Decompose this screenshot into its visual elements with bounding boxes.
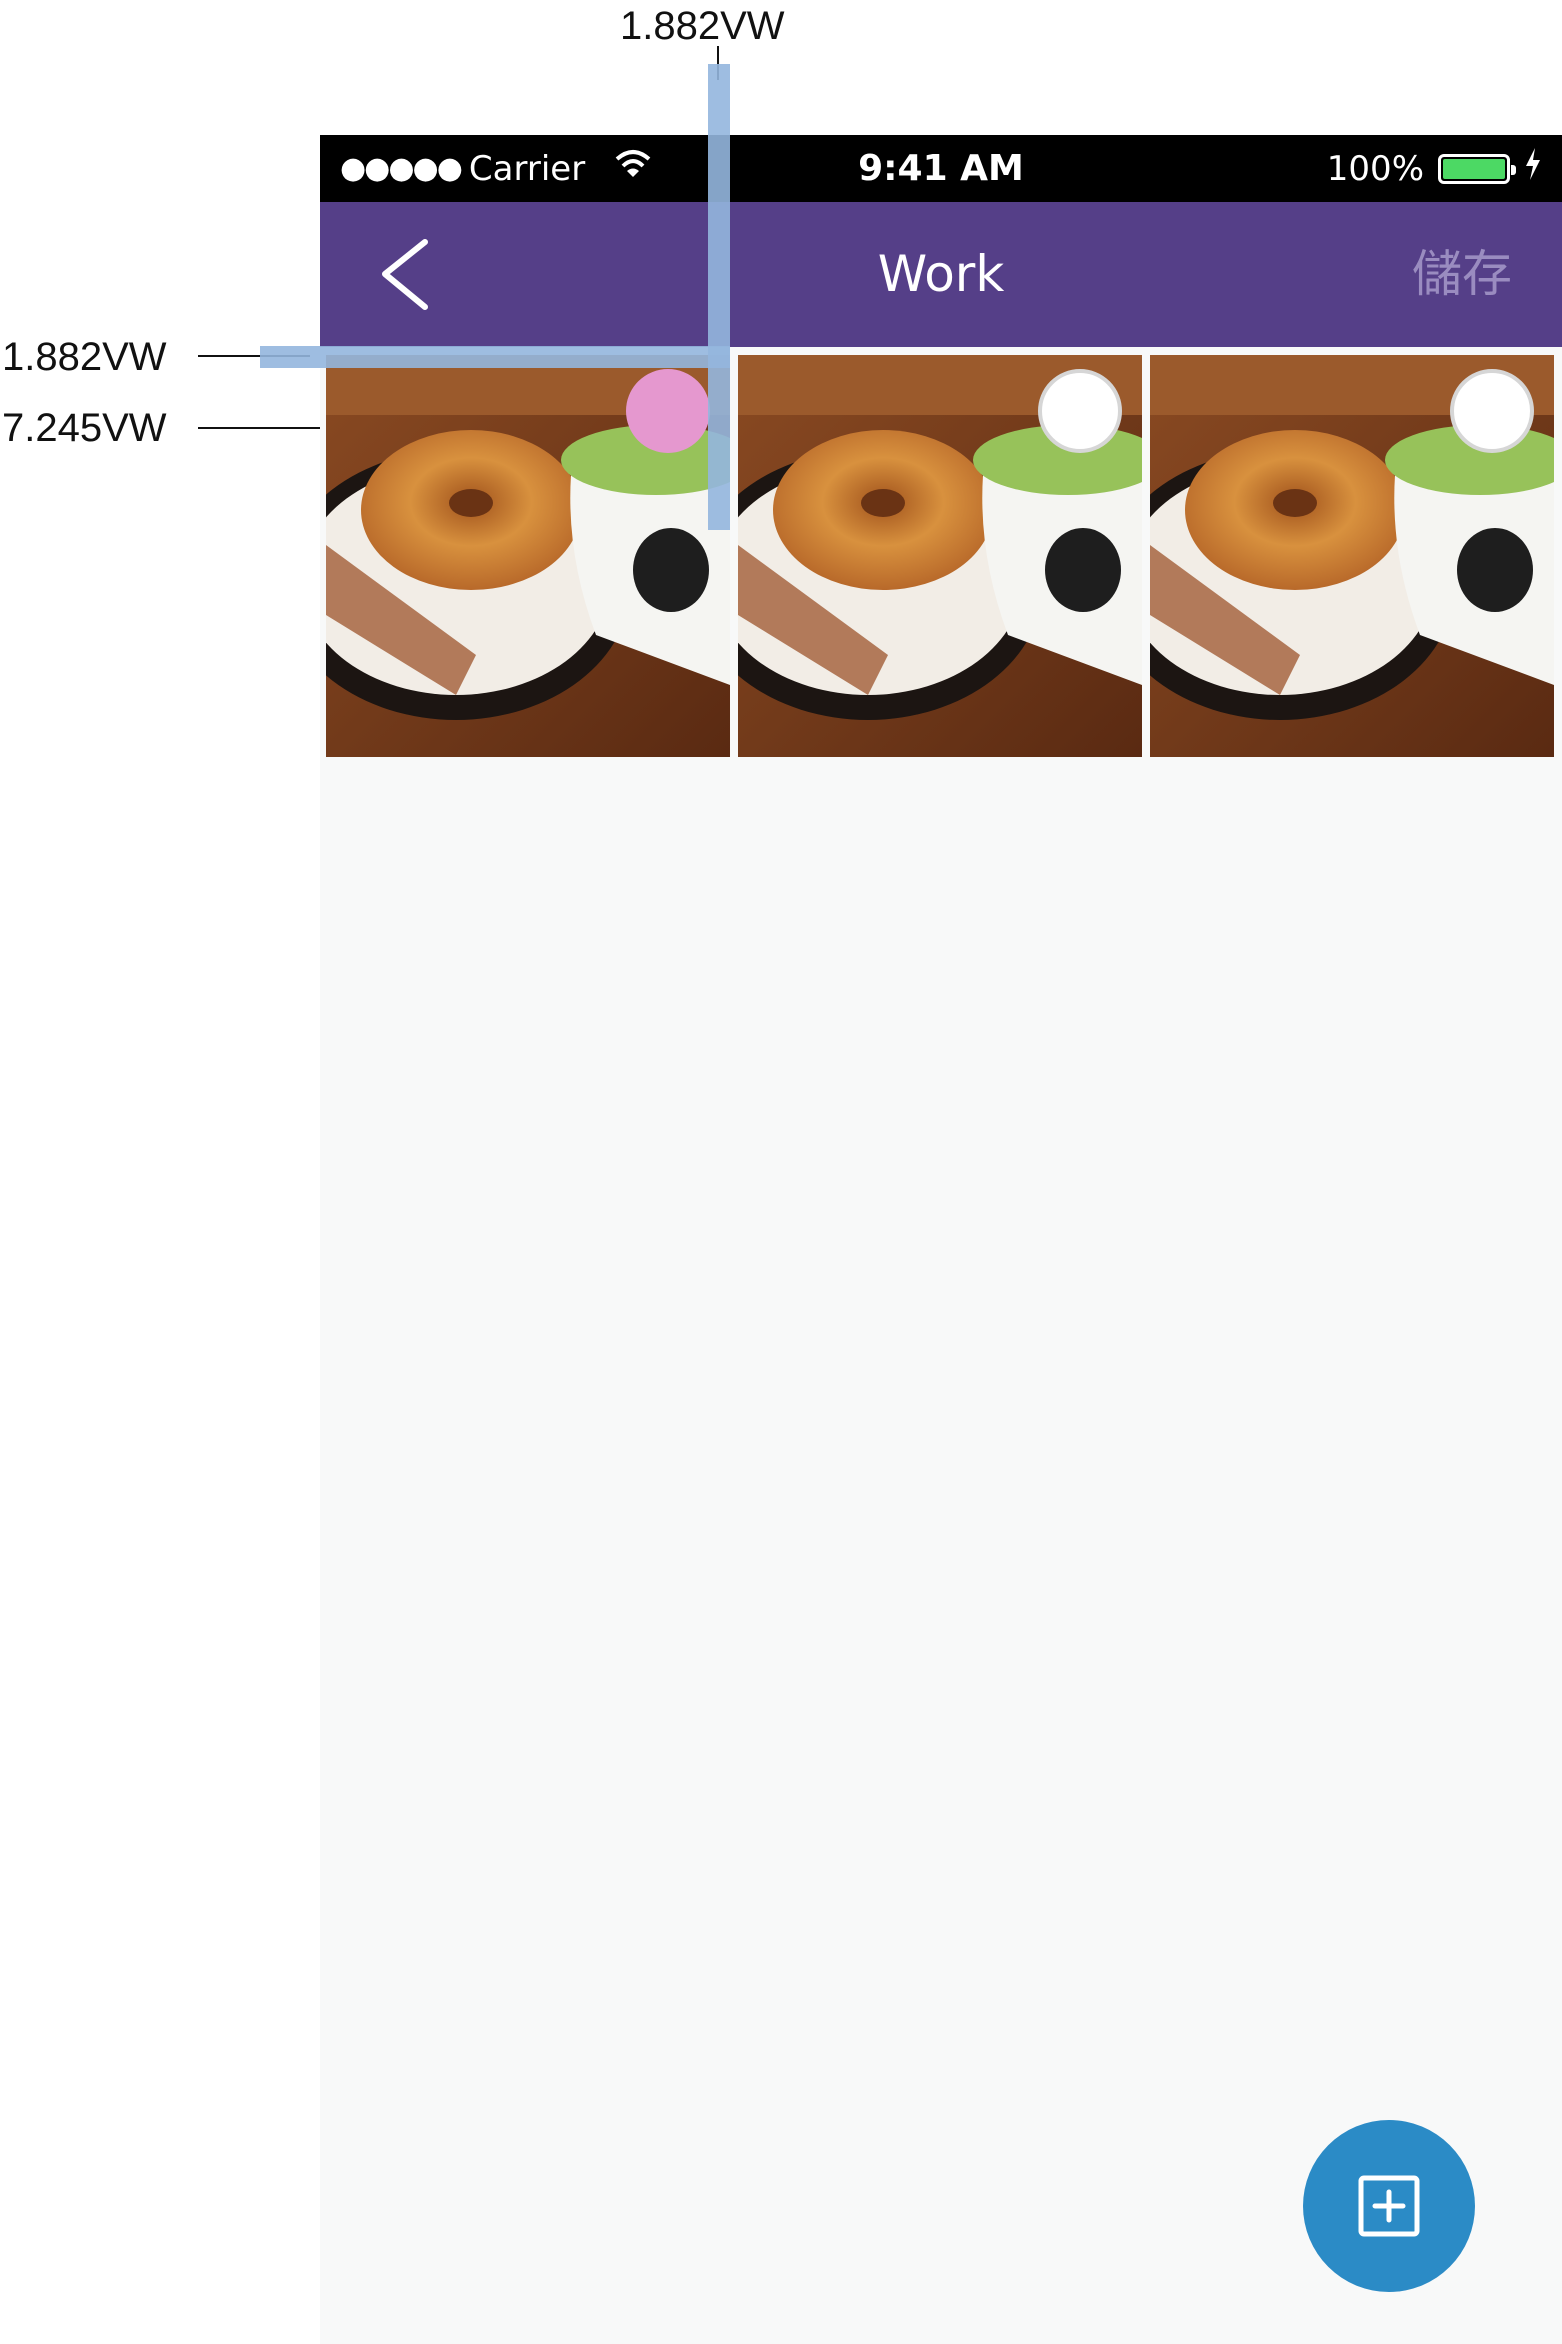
status-right: 100% xyxy=(1327,135,1542,202)
battery-nub xyxy=(1511,164,1516,175)
top-gutter-annotation: 1.882VW xyxy=(620,4,785,48)
photo-tile-2[interactable] xyxy=(738,355,1142,757)
left-gutter-annotation: 1.882VW xyxy=(2,335,167,379)
navigation-bar: Work 儲存 xyxy=(320,202,1562,347)
horizontal-gutter-guide xyxy=(260,346,730,368)
page-title: Work xyxy=(877,245,1005,303)
vertical-gutter-guide xyxy=(708,64,730,530)
save-button[interactable]: 儲存 xyxy=(1412,202,1512,347)
add-photo-button[interactable] xyxy=(1303,2120,1475,2292)
select-circle[interactable] xyxy=(1450,369,1534,453)
charging-bolt-icon xyxy=(1524,148,1542,189)
phone-screen: ●●●●● Carrier 9:41 AM 100% Work 儲存 xyxy=(320,135,1562,2344)
select-circle[interactable] xyxy=(626,369,710,453)
battery-icon xyxy=(1438,153,1516,184)
add-square-icon xyxy=(1358,2175,1420,2237)
battery-fill xyxy=(1443,158,1505,179)
photo-tile-3[interactable] xyxy=(1150,355,1554,757)
battery-percent: 100% xyxy=(1326,148,1424,189)
photo-tile-1[interactable] xyxy=(326,355,730,757)
select-circle[interactable] xyxy=(1038,369,1122,453)
circle-size-annotation: 7.245VW xyxy=(2,406,167,450)
status-bar: ●●●●● Carrier 9:41 AM 100% xyxy=(320,135,1562,202)
